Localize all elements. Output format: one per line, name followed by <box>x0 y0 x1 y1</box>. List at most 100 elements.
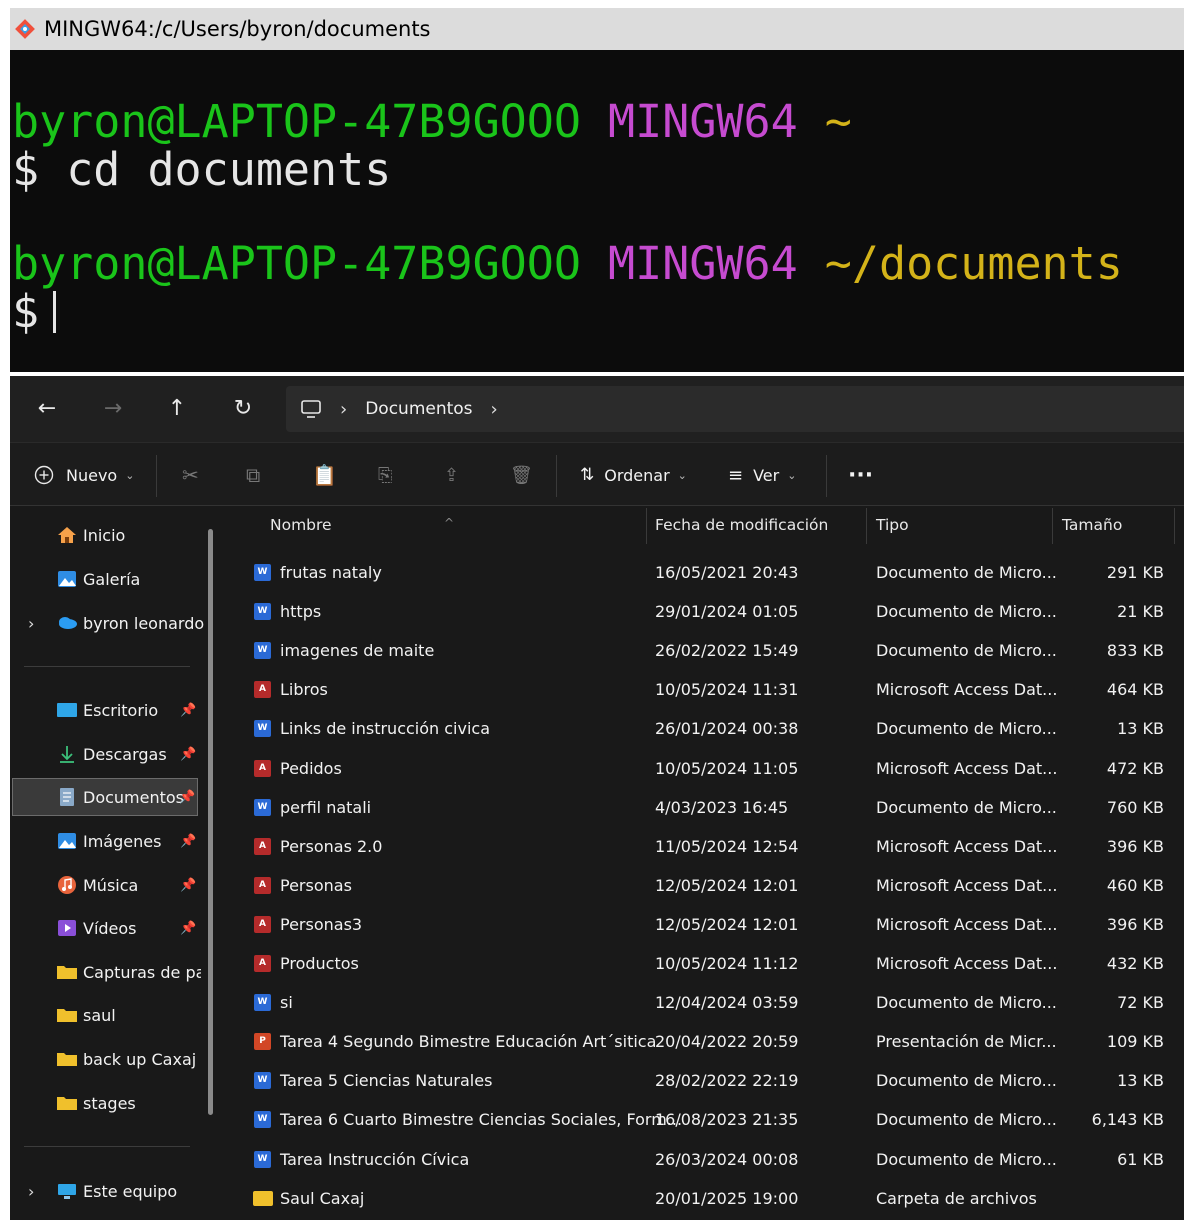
paste-icon[interactable]: 📋 <box>312 459 337 491</box>
more-options-icon[interactable]: ··· <box>848 459 873 491</box>
sidebar-item-galeria[interactable]: Galería <box>10 560 210 598</box>
sidebar-item-videos[interactable]: Vídeos 📌 <box>10 909 210 947</box>
prompt-user: byron@LAPTOP-47B9GOOO <box>12 95 581 148</box>
navigation-pane[interactable]: Inicio Galería › byron leonardo Escritor… <box>10 506 224 1220</box>
column-header-date[interactable]: Fecha de modificación <box>655 516 828 534</box>
table-row[interactable]: W Tarea Instrucción Cívica 26/03/2024 00:0… <box>226 1141 1184 1180</box>
table-row[interactable]: W Tarea 6 Cuarto Bimestre Ciencias Social… <box>226 1101 1184 1140</box>
table-row[interactable]: P Tarea 4 Segundo Bimestre Educación Art´… <box>226 1023 1184 1062</box>
monitor-icon[interactable] <box>300 399 322 419</box>
sidebar-item-onedrive[interactable]: › byron leonardo <box>10 604 210 642</box>
table-row[interactable]: A Personas 12/05/2024 12:01 Microsoft Acces… <box>226 867 1184 906</box>
sidebar-item-capturas[interactable]: Capturas de pantalla <box>10 953 210 991</box>
table-row[interactable]: W Links de instrucción civica 26/01/2024 0… <box>226 710 1184 749</box>
back-arrow-icon[interactable]: ← <box>32 394 62 424</box>
file-size: 109 KB <box>1106 1032 1164 1052</box>
new-button[interactable]: Nuevo ⌄ <box>34 459 134 491</box>
table-row[interactable]: A Personas 2.0 11/05/2024 12:54 Microsoft A… <box>226 828 1184 867</box>
column-header-type[interactable]: Tipo <box>876 516 909 534</box>
rename-icon[interactable]: ⎘ <box>378 459 392 491</box>
sidebar-item-este-equipo[interactable]: › Este equipo <box>10 1172 210 1210</box>
cut-icon[interactable]: ✂ <box>182 459 199 491</box>
sidebar-item-label: byron leonardo <box>83 613 205 633</box>
table-row[interactable]: Wimagenes de maite 26/02/2022 15:49 Docume… <box>226 632 1184 671</box>
sidebar-item-musica[interactable]: Música 📌 <box>10 866 210 904</box>
table-row[interactable]: W Tarea 5 Ciencias Naturales 28/02/2022 22… <box>226 1062 1184 1101</box>
terminal-window[interactable]: MINGW64:/c/Users/byron/documents byron@L… <box>10 8 1184 372</box>
sidebar-item-inicio[interactable]: Inicio <box>10 516 210 554</box>
pin-icon[interactable]: 📌 <box>180 834 196 849</box>
sidebar-item-descargas[interactable]: Descargas 📌 <box>10 735 210 773</box>
pin-icon[interactable]: 📌 <box>179 790 195 805</box>
chevron-right-icon[interactable]: › <box>491 399 498 420</box>
sidebar-item-backup-caxaj[interactable]: back up Caxaj <box>10 1040 210 1078</box>
file-type: Documento de Micro... <box>876 1110 1057 1130</box>
git-bash-icon <box>15 19 35 39</box>
chevron-right-icon[interactable]: › <box>340 399 347 420</box>
view-button[interactable]: ≡ Ver ⌄ <box>728 459 796 491</box>
sort-icon: ⇅ <box>580 465 595 485</box>
pin-icon[interactable]: 📌 <box>180 878 196 893</box>
sidebar-item-documentos[interactable]: Documentos 📌 <box>12 778 198 816</box>
file-type: Documento de Micro... <box>876 1071 1057 1091</box>
table-row[interactable]: Wperfil natali 4/03/2023 16:45 Documento d… <box>226 789 1184 828</box>
table-row[interactable]: A Pedidos 10/05/2024 11:05 Microsoft Access… <box>226 750 1184 789</box>
sidebar-item-saul[interactable]: saul <box>10 996 210 1034</box>
file-list[interactable]: ^ Nombre Fecha de modificación Tipo Tama… <box>226 506 1184 1220</box>
file-size: 432 KB <box>1106 954 1164 973</box>
sort-button[interactable]: ⇅ Ordenar ⌄ <box>580 459 687 491</box>
file-explorer-window[interactable]: ← → ↑ ↻ › Documentos › Nuevo ⌄ ✂ ⧉ 📋 ⎘ ⇪ … <box>10 376 1184 1220</box>
word-document-icon: W <box>254 798 271 816</box>
access-database-icon: A <box>254 955 271 972</box>
sidebar-item-stages[interactable]: stages <box>10 1084 210 1122</box>
chevron-right-icon[interactable]: › <box>28 614 34 633</box>
terminal-titlebar[interactable]: MINGW64:/c/Users/byron/documents <box>10 8 1184 50</box>
file-date: 20/01/2025 19:00 <box>655 1188 799 1208</box>
file-date: 12/04/2024 03:59 <box>655 993 799 1013</box>
sidebar-item-imagenes[interactable]: Imágenes 📌 <box>10 822 210 860</box>
input-line[interactable]: $ <box>12 288 1184 336</box>
breadcrumb-documentos[interactable]: Documentos <box>365 399 472 419</box>
delete-icon[interactable]: 🗑 <box>510 459 533 491</box>
file-size: 396 KB <box>1106 914 1164 934</box>
copy-icon[interactable]: ⧉ <box>246 459 260 491</box>
onedrive-icon <box>59 617 77 629</box>
text-cursor <box>53 291 57 333</box>
chevron-right-icon[interactable]: › <box>28 1182 34 1201</box>
column-header-name[interactable]: Nombre <box>270 516 332 534</box>
file-name: Personas3 <box>280 914 363 934</box>
address-bar[interactable]: › Documentos › <box>286 386 1184 432</box>
download-icon <box>60 746 74 763</box>
access-database-icon: A <box>254 759 271 777</box>
pin-icon[interactable]: 📌 <box>180 747 196 762</box>
table-row[interactable]: Wsi 12/04/2024 03:59 Documento de Micro...… <box>226 984 1184 1023</box>
pin-icon[interactable]: 📌 <box>180 921 196 936</box>
table-row[interactable]: Saul Caxaj 20/01/2025 19:00 Carpeta de arc… <box>226 1180 1184 1219</box>
file-size: 291 KB <box>1106 563 1164 582</box>
table-row[interactable]: Wfrutas nataly 16/05/2021 20:43 Documento … <box>226 554 1184 593</box>
table-row[interactable]: Whttps 29/01/2024 01:05 Documento de Micro… <box>226 593 1184 632</box>
chevron-down-icon: ⌄ <box>677 468 687 482</box>
forward-arrow-icon[interactable]: → <box>98 394 128 424</box>
table-row[interactable]: A Libros 10/05/2024 11:31 Microsoft Access … <box>226 671 1184 710</box>
terminal-output[interactable]: byron@LAPTOP-47B9GOOO MINGW64 ~ $ cd doc… <box>10 50 1184 336</box>
sort-ascending-icon: ^ <box>444 516 455 530</box>
file-name: Tarea Instrucción Cívica <box>280 1149 470 1169</box>
file-type: Documento de Micro... <box>876 641 1057 661</box>
file-date: 20/04/2022 20:59 <box>655 1032 799 1052</box>
prompt-line: byron@LAPTOP-47B9GOOO MINGW64 ~/document… <box>12 240 1184 288</box>
column-header-row: ^ Nombre Fecha de modificación Tipo Tama… <box>226 506 1184 546</box>
sidebar-item-escritorio[interactable]: Escritorio 📌 <box>10 691 210 729</box>
column-header-size[interactable]: Tamaño <box>1062 516 1122 534</box>
file-size: 460 KB <box>1106 875 1164 895</box>
word-document-icon: W <box>254 1111 271 1129</box>
folder-icon <box>57 966 77 979</box>
refresh-icon[interactable]: ↻ <box>228 394 258 424</box>
table-row[interactable]: A Productos 10/05/2024 11:12 Microsoft Acce… <box>226 945 1184 984</box>
up-arrow-icon[interactable]: ↑ <box>162 394 192 424</box>
file-name: Tarea 5 Ciencias Naturales <box>280 1071 493 1091</box>
table-row[interactable]: A Personas3 12/05/2024 12:01 Microsoft Acce… <box>226 906 1184 945</box>
pin-icon[interactable]: 📌 <box>180 703 196 718</box>
share-icon[interactable]: ⇪ <box>444 459 459 491</box>
file-type: Documento de Micro... <box>876 797 1057 817</box>
